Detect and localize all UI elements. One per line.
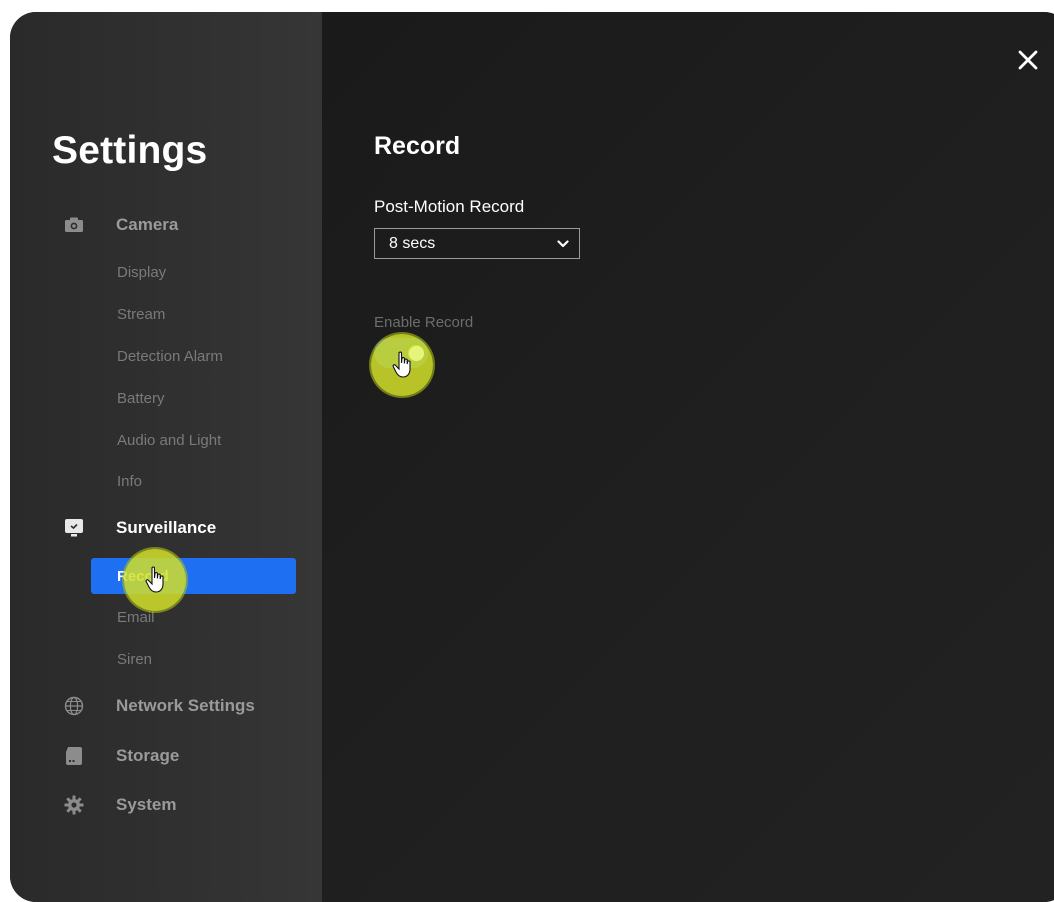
- monitor-icon: [60, 515, 88, 541]
- settings-dialog: Settings Camera Display Stream Detection…: [10, 12, 1054, 902]
- sidebar-section-storage[interactable]: Storage: [60, 743, 179, 769]
- sidebar-section-label: Storage: [116, 746, 180, 765]
- sidebar-item-display[interactable]: Display: [117, 264, 166, 281]
- sidebar-item-info[interactable]: Info: [117, 473, 142, 490]
- sidebar-item-battery[interactable]: Battery: [117, 390, 165, 407]
- settings-title: Settings: [52, 129, 208, 172]
- record-settings-panel: Record Post-Motion Record 8 secs Enable …: [322, 12, 1054, 902]
- enable-record-label: Enable Record: [374, 314, 474, 331]
- sidebar-item-email[interactable]: Email: [117, 609, 155, 626]
- sidebar-item-detection-alarm[interactable]: Detection Alarm: [117, 348, 223, 365]
- page-title: Record: [374, 132, 461, 160]
- close-button[interactable]: [1012, 44, 1044, 76]
- sidebar-section-system[interactable]: System: [60, 792, 176, 818]
- sidebar-item-record[interactable]: Record: [91, 558, 296, 594]
- sd-card-icon: [60, 743, 88, 769]
- post-motion-record-value: 8 secs: [389, 234, 436, 252]
- chevron-down-icon: [557, 239, 569, 247]
- close-icon: [1018, 50, 1038, 70]
- post-motion-record-label: Post-Motion Record: [374, 197, 525, 216]
- post-motion-record-select[interactable]: 8 secs: [374, 228, 580, 259]
- sidebar-section-camera[interactable]: Camera: [60, 212, 178, 238]
- sidebar-section-label: Network Settings: [116, 696, 255, 715]
- sidebar-section-surveillance[interactable]: Surveillance: [60, 515, 216, 541]
- sidebar-section-label: System: [116, 795, 177, 814]
- gear-icon: [60, 792, 88, 818]
- sidebar-item-stream[interactable]: Stream: [117, 306, 165, 323]
- sidebar-section-label: Surveillance: [116, 518, 217, 537]
- globe-icon: [60, 693, 88, 719]
- sidebar-section-network-settings[interactable]: Network Settings: [60, 693, 255, 719]
- camera-icon: [60, 212, 88, 238]
- sidebar-item-audio-and-light[interactable]: Audio and Light: [117, 432, 221, 449]
- sidebar-item-siren[interactable]: Siren: [117, 651, 152, 668]
- sidebar-section-label: Camera: [116, 215, 179, 234]
- hand-pointer-icon: [392, 351, 411, 378]
- hand-pointer-icon: [145, 566, 164, 593]
- settings-sidebar: Settings Camera Display Stream Detection…: [10, 12, 322, 902]
